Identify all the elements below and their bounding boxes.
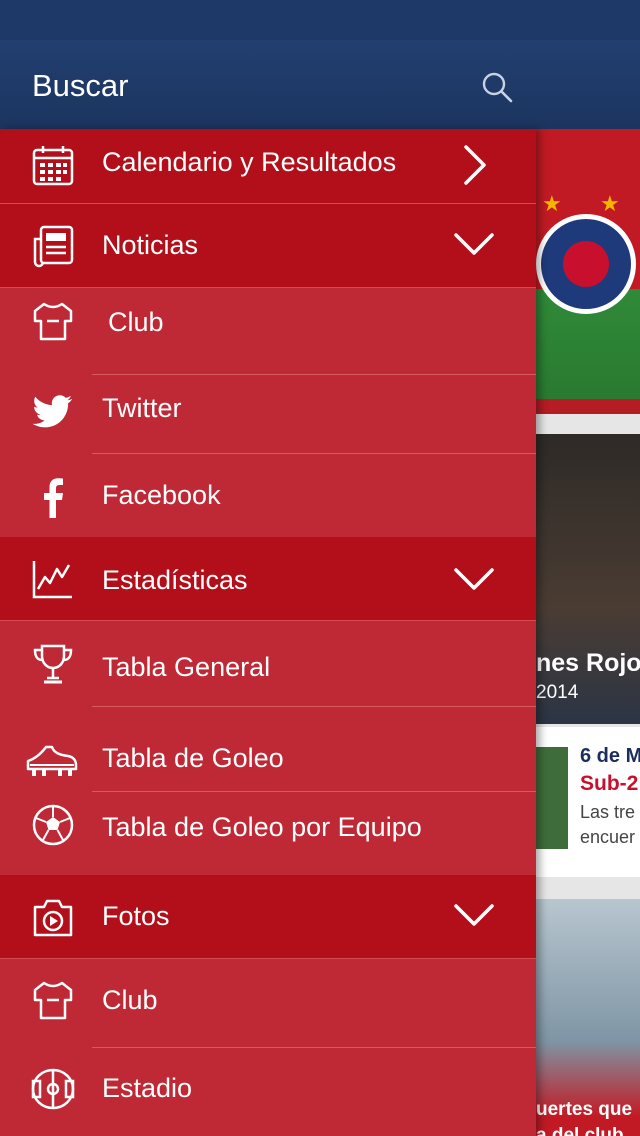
chevron-down-icon xyxy=(454,233,494,255)
star-icon: ★ xyxy=(542,191,562,216)
menu-label-estadisticas: Estadísticas xyxy=(102,565,248,595)
stadium-icon xyxy=(31,1068,75,1110)
twitter-icon xyxy=(32,395,73,428)
calendar-icon xyxy=(32,146,74,186)
search-bar[interactable]: Buscar xyxy=(0,40,640,129)
jersey-icon xyxy=(33,302,73,341)
search-icon[interactable] xyxy=(480,70,514,104)
submenu-noticias-club[interactable]: Club xyxy=(0,289,536,375)
submenu-label: Club xyxy=(108,307,164,337)
submenu-estadio[interactable]: Estadio xyxy=(0,1044,536,1136)
chevron-down-icon xyxy=(454,568,494,590)
side-menu: Calendario y Resultados Noticias Club Tw… xyxy=(0,129,536,1136)
submenu-label: Estadio xyxy=(102,1073,193,1103)
submenu-label: Tabla de Goleo xyxy=(102,743,284,773)
camera-icon xyxy=(33,899,73,937)
newspaper-icon xyxy=(33,225,74,268)
search-label: Buscar xyxy=(32,68,129,103)
card-date: 6 de M xyxy=(580,745,640,767)
card-text: Las tre encuer xyxy=(580,802,636,847)
news-headline: nes Rojo xyxy=(536,649,640,677)
menu-noticias[interactable]: Noticias xyxy=(0,204,536,288)
news-thumbnail xyxy=(536,747,568,849)
team-logo xyxy=(536,214,636,314)
submenu-label: Facebook xyxy=(102,480,221,510)
chevron-down-icon xyxy=(454,904,494,926)
submenu-label: Tabla de Goleo por Equipo xyxy=(102,812,422,842)
trophy-icon xyxy=(33,644,73,684)
submenu-tabla-goleo[interactable]: Tabla de Goleo xyxy=(0,707,536,792)
submenu-label: Tabla General xyxy=(102,652,271,682)
background-content: ★ ★ nes Rojo 2014 6 de M Sub-2 Las tre e… xyxy=(536,129,640,1136)
team-banner: ★ ★ xyxy=(536,129,640,414)
facebook-icon xyxy=(44,478,63,518)
menu-calendario[interactable]: Calendario y Resultados xyxy=(0,129,536,204)
news-card: 6 de M Sub-2 Las tre encuer xyxy=(536,727,640,877)
submenu-twitter[interactable]: Twitter xyxy=(0,369,536,454)
submenu-label: Club xyxy=(102,985,158,1015)
news-photo xyxy=(536,434,640,724)
submenu-tabla-goleo-equipo[interactable]: Tabla de Goleo por Equipo xyxy=(0,792,536,876)
soccer-ball-icon xyxy=(32,804,74,846)
jersey-icon xyxy=(33,981,73,1020)
menu-fotos[interactable]: Fotos xyxy=(0,875,536,959)
soccer-shoe-icon xyxy=(26,745,78,776)
menu-label-noticias: Noticias xyxy=(102,230,199,260)
line-chart-icon xyxy=(32,561,72,599)
star-icon: ★ xyxy=(600,191,620,216)
menu-estadisticas[interactable]: Estadísticas xyxy=(0,537,536,621)
submenu-facebook[interactable]: Facebook xyxy=(0,454,536,538)
news-year: 2014 xyxy=(536,682,579,703)
menu-label-calendario: Calendario y Resultados xyxy=(102,147,397,177)
shark-caption: uertes que a del club xyxy=(536,1099,633,1136)
chevron-right-icon xyxy=(464,145,486,185)
menu-label-fotos: Fotos xyxy=(102,901,170,931)
card-title: Sub-2 xyxy=(580,772,639,795)
submenu-label: Twitter xyxy=(102,393,182,423)
submenu-tabla-general[interactable]: Tabla General xyxy=(0,622,536,707)
status-bar xyxy=(0,0,640,40)
submenu-fotos-club[interactable]: Club xyxy=(0,960,536,1048)
